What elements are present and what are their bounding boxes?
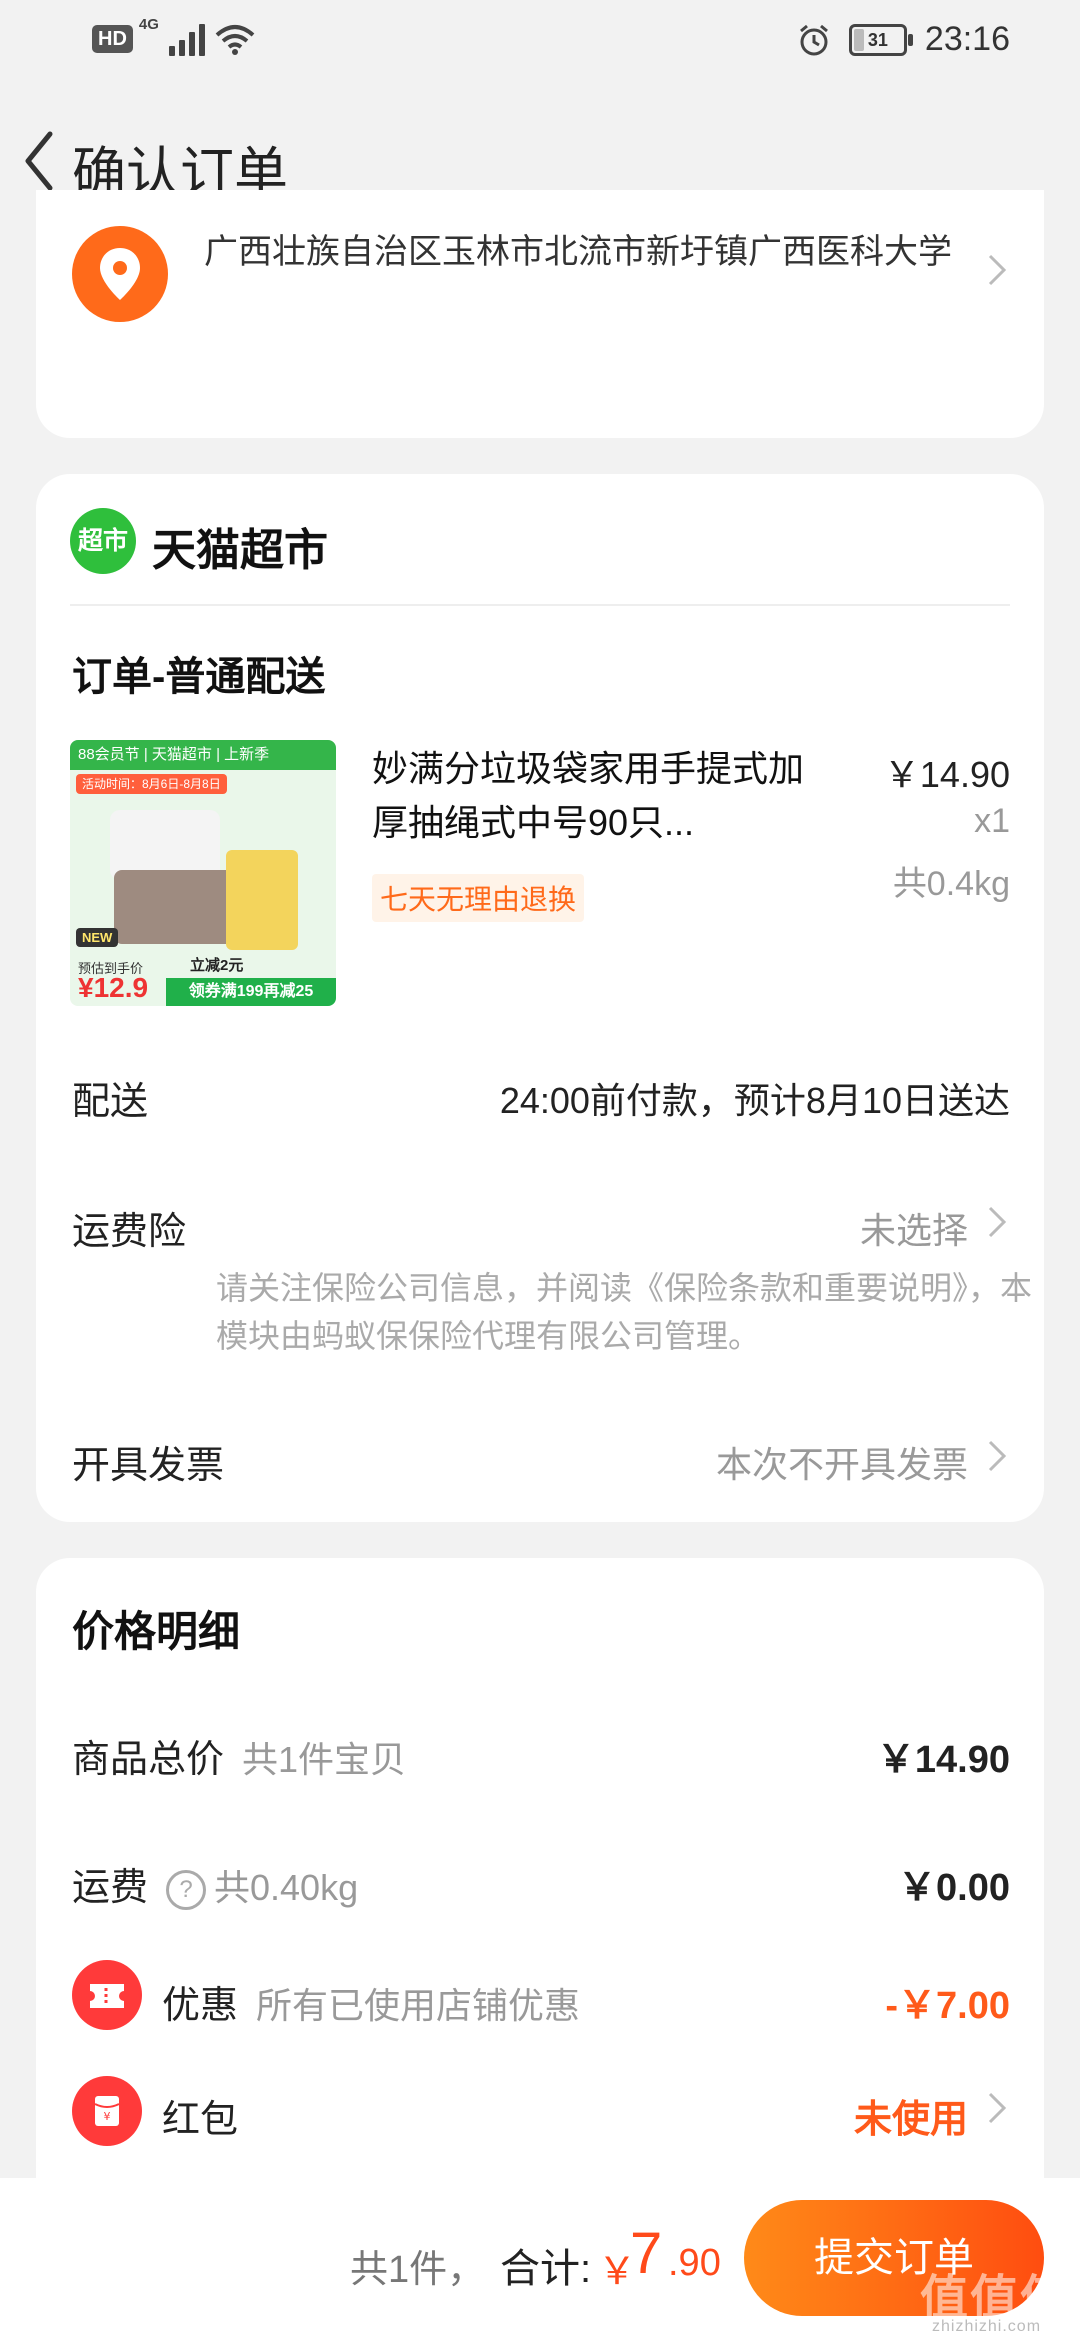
product-quantity: x1 — [974, 802, 1010, 840]
image-price: ¥12.9 — [78, 972, 149, 1003]
item-count: 共1件， — [350, 2249, 486, 2291]
order-section-title: 订单-普通配送 — [72, 655, 326, 699]
product-image[interactable]: 88会员节 | 天猫超市 | 上新季 活动时间：8月6日-8月8日 NEW 预估… — [70, 740, 336, 1006]
discount-value: -￥7.00 — [885, 1985, 1010, 2027]
chevron-right-icon — [988, 254, 1007, 286]
delivery-label: 配送 — [72, 1081, 149, 1123]
network-type: 4G — [138, 16, 159, 33]
coupon-icon — [72, 1960, 142, 2030]
delivery-value: 24:00前付款，预计8月10日送达 — [499, 1080, 1010, 1121]
invoice-label: 开具发票 — [72, 1445, 225, 1487]
red-packet-icon: ¥ — [72, 2076, 142, 2146]
order-card: 超市 天猫超市 订单-普通配送 88会员节 | 天猫超市 | 上新季 活动时间：… — [36, 474, 1044, 1522]
image-rolls — [114, 870, 234, 944]
svg-text:¥: ¥ — [104, 2110, 111, 2123]
image-new-badge: NEW — [76, 928, 119, 947]
image-box — [226, 850, 298, 950]
return-policy-tag: 七天无理由退换 — [372, 874, 585, 922]
clock: 23:16 — [924, 20, 1010, 58]
shop-name[interactable]: 天猫超市 — [152, 514, 328, 578]
chevron-right-icon[interactable] — [984, 1436, 1010, 1476]
divider — [70, 604, 1010, 606]
discount-sub: 所有已使用店铺优惠 — [256, 1985, 581, 2026]
hd-badge: HD — [92, 25, 133, 53]
insurance-value[interactable]: 未选择 — [860, 1202, 968, 1254]
location-pin-icon — [72, 226, 168, 322]
insurance-label: 运费险 — [72, 1211, 187, 1253]
total-integer: 7 — [630, 2221, 663, 2286]
image-discount: 立减2元 — [190, 957, 244, 974]
shipping-row: 运费? 共0.40kg — [72, 1856, 358, 1911]
watermark-url: zhizhizhi.com — [932, 2318, 1042, 2335]
price-detail-title: 价格明细 — [72, 1608, 241, 1655]
product-price: ￥14.90 — [883, 754, 1010, 795]
invoice-value[interactable]: 本次不开具发票 — [716, 1436, 968, 1488]
image-date-badge: 活动时间：8月6日-8月8日 — [76, 774, 227, 794]
goods-total-label: 商品总价 — [72, 1739, 225, 1781]
image-banner: 88会员节 | 天猫超市 | 上新季 — [70, 740, 336, 770]
image-coupon: 领券满199再减25 — [166, 978, 336, 1006]
shipping-sub: 共0.40kg — [214, 1867, 359, 1908]
goods-total-value: ￥14.90 — [876, 1739, 1010, 1781]
chevron-right-icon[interactable] — [984, 2088, 1010, 2128]
insurance-note: 请关注保险公司信息，并阅读《保险条款和重要说明》，本模块由蚂蚁保保险代理有限公司… — [216, 1270, 1033, 1354]
total-decimal: .90 — [668, 2242, 721, 2284]
alarm-icon — [799, 24, 828, 55]
shipping-value: ￥0.00 — [898, 1867, 1010, 1909]
red-packet-label: 红包 — [162, 2099, 239, 2141]
status-bar: HD 4G 31 23:16 — [0, 0, 1080, 84]
address-card[interactable]: 广西壮族自治区玉林市北流市新圩镇广西医科大学 — [36, 190, 1044, 438]
discount-row: 优惠 所有已使用店铺优惠 — [162, 1974, 580, 2029]
signal-icon: 4G — [139, 16, 205, 56]
product-title[interactable]: 妙满分垃圾袋家用手提式加厚抽绳式中号90只... — [372, 742, 832, 850]
total-label: 合计: — [500, 2247, 592, 2291]
back-arrow-icon[interactable] — [16, 126, 66, 196]
price-detail-card: 价格明细 商品总价 共1件宝贝 ￥14.90 运费? 共0.40kg ￥0.00 优… — [36, 1558, 1044, 2178]
goods-total-sub: 共1件宝贝 — [242, 1739, 407, 1780]
shop-logo-icon: 超市 — [70, 508, 136, 574]
help-icon[interactable]: ? — [166, 1869, 207, 1910]
shipping-label: 运费 — [72, 1867, 149, 1909]
red-packet-value[interactable]: 未使用 — [854, 2088, 968, 2143]
battery-level: 31 — [867, 29, 888, 50]
wifi-icon — [215, 25, 255, 55]
discount-label: 优惠 — [162, 1985, 239, 2027]
goods-total-row: 商品总价 共1件宝贝 — [72, 1728, 406, 1783]
product-weight: 共0.4kg — [892, 865, 1010, 903]
address-text: 广西壮族自治区玉林市北流市新圩镇广西医科大学 — [204, 233, 952, 271]
chevron-right-icon[interactable] — [984, 1202, 1010, 1242]
checkout-bar: 共1件， 合计: ￥ 7 .90 提交订单 值值值 zhizhizhi.com — [0, 2178, 1080, 2340]
battery-icon: 31 — [848, 23, 913, 56]
